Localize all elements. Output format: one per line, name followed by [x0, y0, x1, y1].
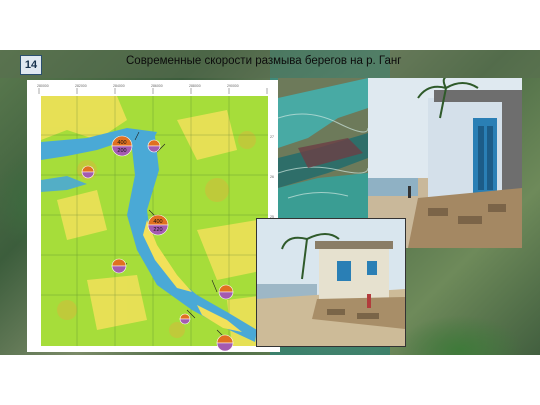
- marker-bottom-value: 220: [153, 227, 162, 233]
- erosion-marker: [179, 313, 191, 325]
- slide-number-badge: 14: [20, 55, 42, 75]
- photo-village-bank: [256, 218, 406, 347]
- erosion-marker: 400200: [111, 135, 133, 157]
- erosion-marker: 400220: [147, 214, 169, 236]
- marker-top-value: 400: [153, 219, 162, 225]
- photo-braided-river: [278, 78, 368, 218]
- svg-text:290000: 290000: [227, 84, 239, 88]
- svg-text:27: 27: [270, 135, 274, 139]
- erosion-marker: [218, 284, 234, 300]
- svg-text:26: 26: [270, 175, 274, 179]
- erosion-marker: [216, 334, 234, 352]
- svg-text:288000: 288000: [189, 84, 201, 88]
- slide-title: Современные скорости размыва берегов на …: [126, 55, 402, 67]
- slide-footer: [0, 355, 540, 405]
- erosion-map: 280000 282000 284000 286000 288000 290000: [27, 80, 280, 352]
- marker-top-value: 400: [117, 140, 126, 146]
- svg-text:286000: 286000: [151, 84, 163, 88]
- erosion-marker: [81, 165, 95, 179]
- erosion-marker: [147, 139, 161, 153]
- svg-text:282000: 282000: [75, 84, 87, 88]
- slide: 14 Современные скорости размыва берегов …: [0, 0, 540, 405]
- marker-bottom-value: 200: [117, 148, 126, 154]
- erosion-marker: [111, 258, 127, 274]
- svg-text:284000: 284000: [113, 84, 125, 88]
- svg-text:280000: 280000: [37, 84, 49, 88]
- map-svg: 280000 282000 284000 286000 288000 290000: [27, 80, 280, 352]
